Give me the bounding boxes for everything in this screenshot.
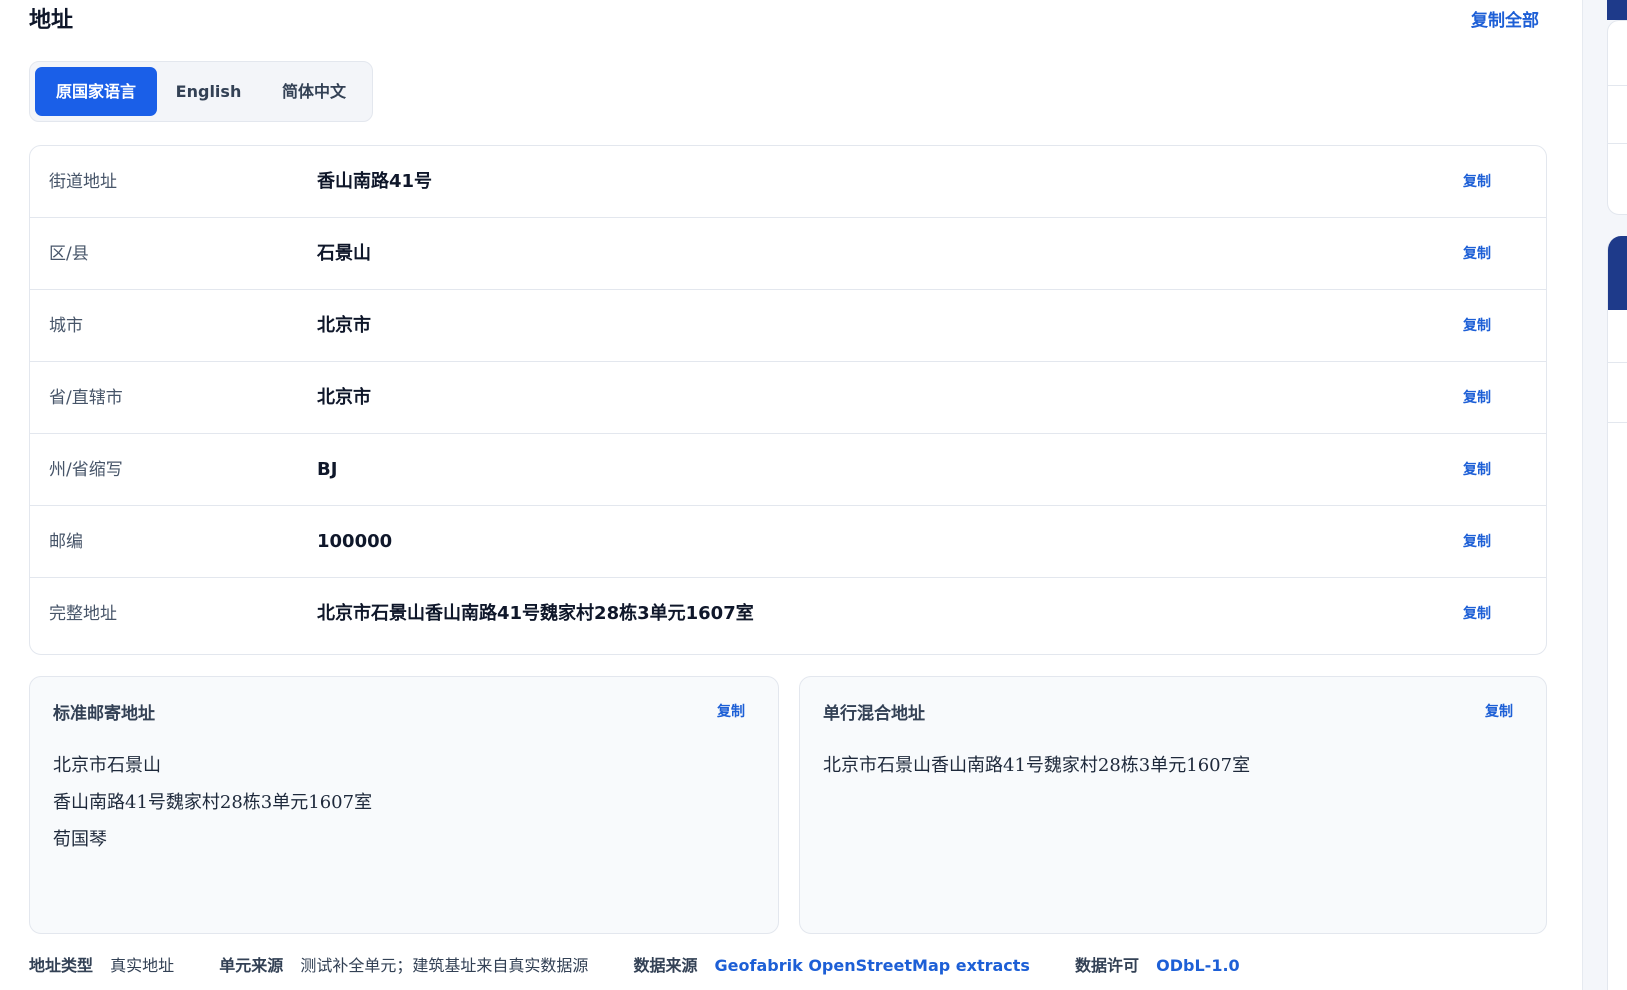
meta-value-address-type: 真实地址 bbox=[110, 956, 175, 975]
field-value: 北京市 bbox=[317, 315, 371, 336]
field-row-state-abbr: 州/省缩写 BJ 复制 bbox=[30, 434, 1546, 506]
copy-district-button[interactable]: 复制 bbox=[1463, 218, 1491, 290]
address-metadata: 地址类型 真实地址 单元来源 测试补全单元；建筑基址来自真实数据源 数据来源 G… bbox=[29, 952, 1280, 976]
field-value: 香山南路41号 bbox=[317, 171, 433, 192]
copy-full-address-button[interactable]: 复制 bbox=[1463, 578, 1491, 650]
card-title: 单行混合地址 bbox=[823, 704, 925, 724]
copy-postcode-button[interactable]: 复制 bbox=[1463, 506, 1491, 578]
copy-single-line-address-button[interactable]: 复制 bbox=[1485, 701, 1513, 721]
field-label: 完整地址 bbox=[49, 604, 117, 624]
meta-label-address-type: 地址类型 bbox=[29, 956, 94, 975]
field-row-district: 区/县 石景山 复制 bbox=[30, 218, 1546, 290]
right-side-panel bbox=[1582, 0, 1627, 990]
address-line: 香山南路41号魏家村28栋3单元1607室 bbox=[53, 792, 373, 813]
address-fields-table: 街道地址 香山南路41号 复制 区/县 石景山 复制 城市 北京市 复制 省/直… bbox=[29, 145, 1547, 655]
meta-label-license: 数据许可 bbox=[1075, 956, 1140, 975]
rail-top-accent bbox=[1607, 0, 1627, 20]
copy-street-button[interactable]: 复制 bbox=[1463, 146, 1491, 218]
tab-original-language[interactable]: 原国家语言 bbox=[35, 67, 157, 116]
copy-all-button[interactable]: 复制全部 bbox=[1471, 6, 1539, 31]
meta-value-unit-source: 测试补全单元；建筑基址来自真实数据源 bbox=[300, 956, 589, 975]
page-title: 地址 bbox=[29, 8, 74, 33]
field-label: 街道地址 bbox=[49, 172, 117, 192]
rail-card bbox=[1607, 236, 1627, 990]
field-label: 省/直辖市 bbox=[49, 388, 123, 408]
language-tabs: 原国家语言 English 简体中文 bbox=[29, 61, 373, 122]
rail-card bbox=[1607, 20, 1627, 215]
field-label: 邮编 bbox=[49, 532, 83, 552]
field-value: 北京市石景山香山南路41号魏家村28栋3单元1607室 bbox=[317, 603, 754, 624]
copy-province-button[interactable]: 复制 bbox=[1463, 362, 1491, 434]
field-row-city: 城市 北京市 复制 bbox=[30, 290, 1546, 362]
field-value: 石景山 bbox=[317, 243, 371, 264]
single-line-address: 北京市石景山香山南路41号魏家村28栋3单元1607室 bbox=[823, 747, 1250, 784]
address-line: 北京市石景山香山南路41号魏家村28栋3单元1607室 bbox=[823, 755, 1251, 776]
meta-label-data-source: 数据来源 bbox=[633, 956, 698, 975]
meta-label-unit-source: 单元来源 bbox=[219, 956, 284, 975]
field-row-full-address: 完整地址 北京市石景山香山南路41号魏家村28栋3单元1607室 复制 bbox=[30, 578, 1546, 650]
postal-address-lines: 北京市石景山 香山南路41号魏家村28栋3单元1607室 荀国琴 bbox=[53, 747, 372, 858]
field-label: 区/县 bbox=[49, 244, 89, 264]
data-source-link[interactable]: Geofabrik OpenStreetMap extracts bbox=[715, 956, 1030, 975]
address-page: 地址 复制全部 原国家语言 English 简体中文 街道地址 香山南路41号 … bbox=[0, 0, 1627, 990]
field-label: 州/省缩写 bbox=[49, 460, 123, 480]
field-row-postcode: 邮编 100000 复制 bbox=[30, 506, 1546, 578]
field-value: BJ bbox=[317, 459, 338, 480]
field-row-province: 省/直辖市 北京市 复制 bbox=[30, 362, 1546, 434]
field-label: 城市 bbox=[49, 316, 83, 336]
license-link[interactable]: ODbL-1.0 bbox=[1156, 956, 1240, 975]
postal-address-card: 标准邮寄地址 复制 北京市石景山 香山南路41号魏家村28栋3单元1607室 荀… bbox=[29, 676, 779, 934]
copy-state-abbr-button[interactable]: 复制 bbox=[1463, 434, 1491, 506]
recipient-name: 荀国琴 bbox=[53, 829, 107, 850]
tab-english[interactable]: English bbox=[161, 67, 256, 116]
field-value: 北京市 bbox=[317, 387, 371, 408]
card-title: 标准邮寄地址 bbox=[53, 704, 155, 724]
address-line: 北京市石景山 bbox=[53, 755, 161, 776]
field-row-street: 街道地址 香山南路41号 复制 bbox=[30, 146, 1546, 218]
single-line-address-card: 单行混合地址 复制 北京市石景山香山南路41号魏家村28栋3单元1607室 bbox=[799, 676, 1547, 934]
tab-simplified-chinese[interactable]: 简体中文 bbox=[260, 67, 368, 116]
copy-postal-address-button[interactable]: 复制 bbox=[717, 701, 745, 721]
field-value: 100000 bbox=[317, 531, 393, 552]
copy-city-button[interactable]: 复制 bbox=[1463, 290, 1491, 362]
rail-card-header bbox=[1608, 236, 1627, 310]
